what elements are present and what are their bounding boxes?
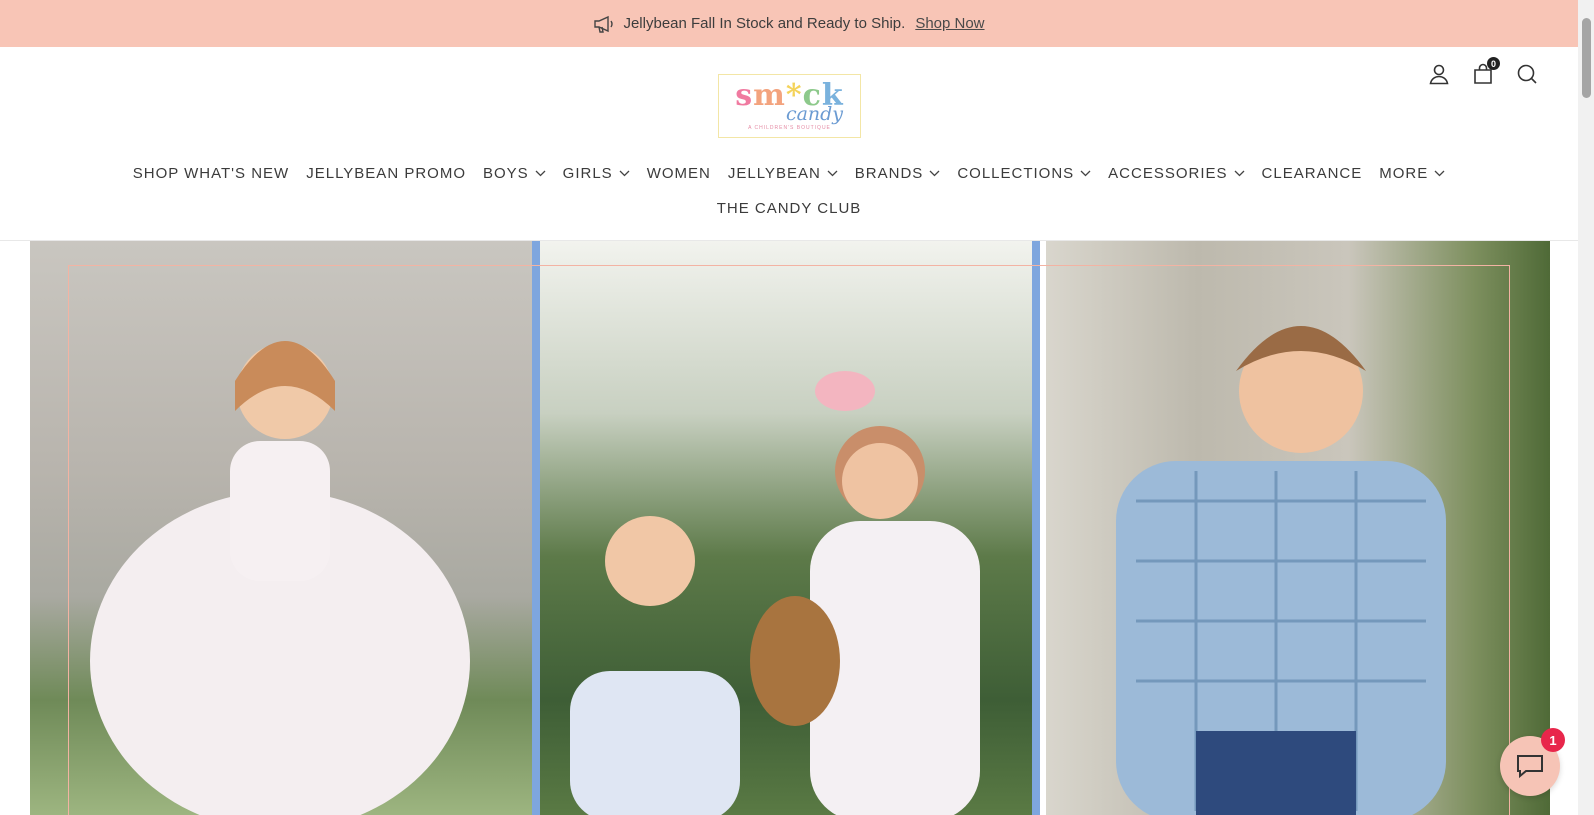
hero-image-boy-plaid [1046, 241, 1550, 815]
logo-candy: candy [785, 103, 844, 125]
site-header: sm*ck candy A CHILDREN'S BOUTIQUE 0 SHOP… [0, 47, 1578, 241]
hero-image-girl-dress [30, 241, 532, 815]
search-icon[interactable] [1516, 63, 1538, 85]
nav-item-shop-whats-new[interactable]: SHOP WHAT'S NEW [133, 165, 289, 182]
chevron-down-icon [1234, 170, 1245, 177]
nav-item-girls[interactable]: GIRLS [563, 165, 630, 182]
nav-item-clearance[interactable]: CLEARANCE [1262, 165, 1363, 182]
hero-banner[interactable] [30, 241, 1550, 815]
nav-item-accessories[interactable]: ACCESSORIES [1108, 165, 1245, 182]
hero-divider [532, 241, 540, 815]
shop-now-link[interactable]: Shop Now [915, 15, 984, 32]
announcement-bar: Jellybean Fall In Stock and Ready to Shi… [0, 0, 1578, 47]
smock-candy-logo[interactable]: sm*ck candy A CHILDREN'S BOUTIQUE [718, 74, 861, 138]
nav-second-row: THE CANDY CLUB [0, 200, 1578, 217]
nav-item-jellybean-promo[interactable]: JELLYBEAN PROMO [306, 165, 466, 182]
chat-unread-badge: 1 [1541, 728, 1565, 752]
nav-item-collections[interactable]: COLLECTIONS [957, 165, 1091, 182]
page-scrollbar[interactable] [1578, 0, 1594, 815]
chevron-down-icon [1080, 170, 1091, 177]
chevron-down-icon [929, 170, 940, 177]
cart-icon[interactable]: 0 [1472, 57, 1500, 85]
chat-icon [1517, 755, 1543, 779]
nav-item-women[interactable]: WOMEN [647, 165, 711, 182]
chevron-down-icon [1434, 170, 1445, 177]
header-actions: 0 [1428, 57, 1538, 85]
hero-image-siblings-puppy [540, 241, 1032, 815]
megaphone-icon [594, 15, 614, 33]
nav-item-more[interactable]: MORE [1379, 165, 1445, 182]
logo-tagline: A CHILDREN'S BOUTIQUE [748, 125, 831, 131]
user-icon[interactable] [1428, 63, 1450, 85]
announcement-text: Jellybean Fall In Stock and Ready to Shi… [623, 15, 906, 32]
nav-item-candy-club[interactable]: THE CANDY CLUB [717, 200, 862, 217]
scrollbar-thumb[interactable] [1582, 18, 1591, 98]
chevron-down-icon [827, 170, 838, 177]
chevron-down-icon [619, 170, 630, 177]
nav-item-boys[interactable]: BOYS [483, 165, 546, 182]
chevron-down-icon [535, 170, 546, 177]
nav-item-brands[interactable]: BRANDS [855, 165, 941, 182]
cart-count-badge: 0 [1487, 57, 1500, 70]
nav-item-jellybean[interactable]: JELLYBEAN [728, 165, 838, 182]
main-nav: SHOP WHAT'S NEW JELLYBEAN PROMO BOYS GIR… [0, 165, 1578, 182]
hero-divider [1032, 241, 1040, 815]
